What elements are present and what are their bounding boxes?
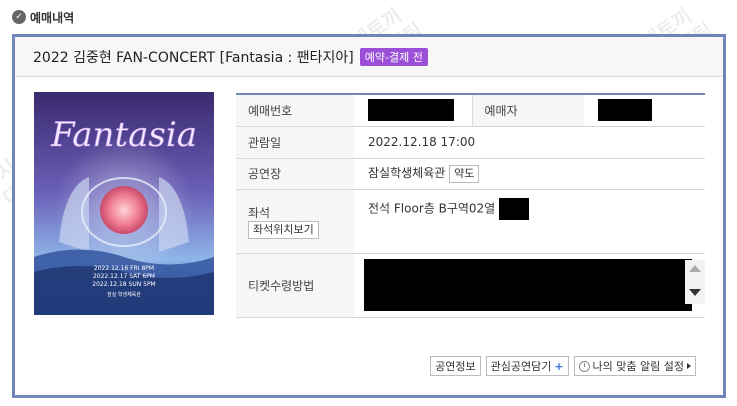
- poster-date: 2022.12.16 FRI 8PM: [94, 265, 154, 272]
- booker-value: [584, 93, 705, 127]
- poster-title: Fantasia: [50, 115, 197, 155]
- seat-value-cell: 전석 Floor층 B구역02열: [354, 189, 705, 254]
- status-badge: 예약-결제 전: [359, 47, 428, 66]
- booker-label: 예매자: [471, 93, 584, 127]
- concert-poster[interactable]: Fantasia 2022.12.16 FRI 8PM 2022.12.17 S…: [34, 92, 214, 315]
- seat-value: 전석 Floor층 B구역02열: [368, 201, 496, 215]
- booking-number-label: 예매번호: [236, 93, 354, 127]
- seat-position-button[interactable]: 좌석위치보기: [248, 220, 319, 239]
- ticket-method-label: 티켓수령방법: [236, 253, 354, 318]
- section-title: 예매내역: [30, 10, 75, 25]
- section-header: ✓ 예매내역: [12, 7, 74, 27]
- check-circle-icon: ✓: [12, 10, 26, 24]
- ticket-method-value: [354, 253, 705, 318]
- redacted-block: [368, 99, 454, 122]
- add-interest-label: 관심공연담기: [490, 360, 552, 373]
- date-label: 관람일: [236, 126, 354, 159]
- venue-name: 잠실학생체육관: [368, 166, 446, 181]
- booking-card: 2022 김중현 FAN-CONCERT [Fantasia : 팬타지아] 예…: [12, 34, 726, 398]
- seat-row: 좌석 좌석위치보기 전석 Floor층 B구역02열: [236, 189, 705, 254]
- booking-number-value: [354, 93, 472, 127]
- scroll-up-icon[interactable]: [689, 264, 701, 272]
- redacted-block: [499, 197, 530, 220]
- show-info-button[interactable]: 공연정보: [430, 356, 481, 376]
- venue-row: 공연장 잠실학생체육관 약도: [236, 158, 705, 190]
- concert-title[interactable]: 2022 김중현 FAN-CONCERT [Fantasia : 팬타지아]: [33, 47, 354, 67]
- venue-value: 잠실학생체육관 약도: [354, 158, 705, 190]
- clock-icon: [578, 360, 590, 372]
- action-buttons: 공연정보 관심공연담기 + 나의 맞춤 알림 설정: [430, 356, 696, 376]
- date-value: 2022.12.18 17:00: [354, 126, 705, 159]
- booking-header: 2022 김중현 FAN-CONCERT [Fantasia : 팬타지아] 예…: [15, 37, 723, 77]
- venue-label: 공연장: [236, 158, 354, 190]
- booking-number-row: 예매번호 예매자: [236, 93, 705, 127]
- map-button[interactable]: 약도: [449, 164, 480, 183]
- redacted-block: [598, 99, 652, 122]
- alarm-settings-label: 나의 맞춤 알림 설정: [592, 360, 684, 373]
- scrollbar[interactable]: [685, 259, 705, 304]
- add-interest-button[interactable]: 관심공연담기 +: [485, 356, 569, 376]
- poster-date: 2022.12.17 SAT 6PM: [93, 273, 155, 280]
- redacted-block: [364, 259, 692, 311]
- scroll-down-icon[interactable]: [689, 288, 701, 296]
- poster-venue: 잠실 학생체육관: [107, 291, 141, 298]
- date-row: 관람일 2022.12.18 17:00: [236, 126, 705, 159]
- chevron-right-icon: [687, 363, 691, 369]
- ticket-method-row: 티켓수령방법: [236, 253, 705, 318]
- alarm-settings-button[interactable]: 나의 맞춤 알림 설정: [573, 356, 696, 376]
- seat-label-cell: 좌석 좌석위치보기: [236, 189, 354, 254]
- poster-date: 2022.12.18 SUN 5PM: [92, 281, 155, 288]
- show-info-label: 공연정보: [435, 360, 476, 373]
- plus-icon: +: [554, 359, 564, 373]
- booking-details-table: 예매번호 예매자 관람일 2022.12.18 17:00 공연장 잠실학생체육…: [236, 93, 705, 318]
- seat-label: 좌석: [248, 205, 271, 220]
